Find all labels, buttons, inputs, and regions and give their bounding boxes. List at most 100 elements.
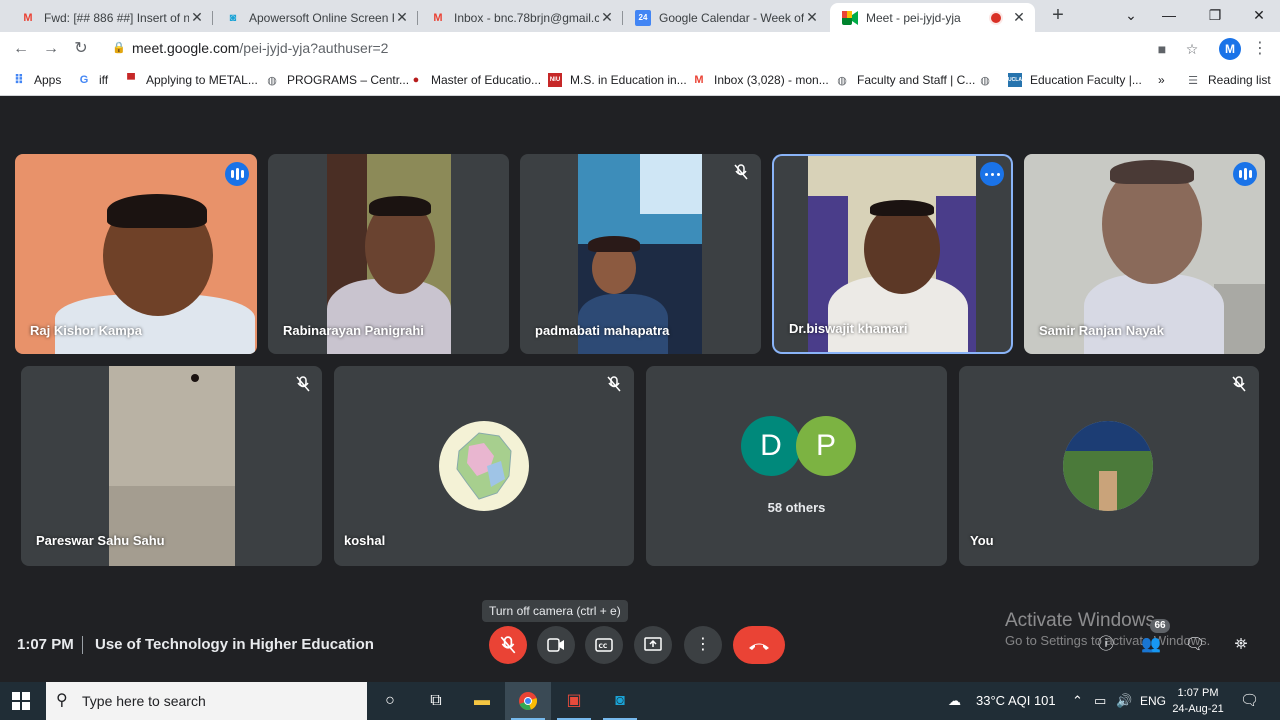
close-tab-icon[interactable]: ✕ xyxy=(1011,9,1027,26)
tab-title: Fwd: [## 886 ##] Insert of new xyxy=(44,10,189,25)
apowersoft-icon: ◙ xyxy=(229,11,237,24)
bookmark-ms-education[interactable]: NIU M.S. in Education in... xyxy=(548,71,687,89)
self-tile[interactable]: You xyxy=(959,366,1259,566)
reading-list-button[interactable]: ☰ Reading list xyxy=(1186,71,1271,89)
file-explorer-icon[interactable]: ▬ xyxy=(459,682,505,720)
bookmark-faculty-staff[interactable]: ◍ Faculty and Staff | C... xyxy=(835,71,975,89)
windows-taskbar: ⚲ Type here to search ○ ⧉ ▬ ▣ ◙ ☁ 33°C A… xyxy=(0,682,1280,720)
people-icon[interactable]: 👥 xyxy=(1140,634,1162,656)
taskbar-search-box[interactable]: ⚲ Type here to search xyxy=(46,682,367,720)
self-avatar-college xyxy=(1063,421,1153,511)
calendar-icon: 24 xyxy=(635,9,651,26)
browser-tab-5[interactable]: Meet - pei-jyjd-yja ✕ xyxy=(830,3,1035,32)
meeting-info-icon[interactable]: ⓘ xyxy=(1095,634,1117,656)
camera-indicator-icon[interactable]: ■ xyxy=(1153,40,1171,58)
tab-title: Inbox - bnc.78brjn@gmail.com xyxy=(454,10,599,25)
minimize-button[interactable]: — xyxy=(1146,0,1192,32)
participant-name: Samir Ranjan Nayak xyxy=(1039,323,1165,338)
bookmark-label: Apps xyxy=(34,73,62,87)
camera-toggle-button[interactable] xyxy=(537,626,575,664)
back-button[interactable]: ← xyxy=(10,38,32,60)
apowersoft-taskbar-icon[interactable]: ◙ xyxy=(597,682,643,720)
captions-button[interactable]: CC xyxy=(585,626,623,664)
battery-icon[interactable]: ▭ xyxy=(1094,682,1106,720)
weather-readout[interactable]: 33°C AQI 101 xyxy=(976,682,1056,720)
bookmark-iff[interactable]: G iff xyxy=(77,71,108,89)
close-tab-icon[interactable]: ✕ xyxy=(804,9,820,26)
tray-expand-icon[interactable]: ⌃ xyxy=(1072,682,1083,720)
bookmark-label: iff xyxy=(99,73,109,87)
browser-menu-icon[interactable]: ⋮ xyxy=(1252,38,1268,60)
volume-icon[interactable]: 🔊 xyxy=(1116,682,1132,720)
close-tab-icon[interactable]: ✕ xyxy=(189,9,205,26)
url-path: /pei-jyjd-yja?authuser=2 xyxy=(239,40,389,56)
participant-tile[interactable]: Pareswar Sahu Sahu xyxy=(21,366,322,566)
participant-avatar-map xyxy=(439,421,529,511)
participant-tile-active-speaker[interactable]: Dr.biswajit khamari xyxy=(774,156,1011,352)
participant-name: koshal xyxy=(344,533,386,548)
bookmark-metal[interactable]: ▀ Applying to METAL... xyxy=(124,71,258,89)
bookmark-master-education[interactable]: ● Master of Educatio... xyxy=(409,71,541,89)
more-options-button[interactable]: ⋮ xyxy=(684,626,722,664)
participant-name: padmabati mahapatra xyxy=(535,323,670,338)
browser-tab-3[interactable]: M Inbox - bnc.78brjn@gmail.com ✕ xyxy=(418,3,623,32)
task-view-icon[interactable]: ⧉ xyxy=(413,682,459,720)
browser-tab-4[interactable]: 24 Google Calendar - Week of Au ✕ xyxy=(623,3,828,32)
cortana-icon[interactable]: ○ xyxy=(367,682,413,720)
globe-icon: ◍ xyxy=(837,74,847,87)
notifications-icon[interactable]: 🗨 xyxy=(1240,682,1259,720)
bookmark-label: Applying to METAL... xyxy=(146,73,258,87)
bookmark-apps[interactable]: ⠿ Apps xyxy=(12,71,61,89)
participant-tile[interactable]: Samir Ranjan Nayak xyxy=(1024,154,1265,354)
more-bookmarks-button[interactable]: » xyxy=(1158,71,1165,89)
tab-title: Meet - pei-jyjd-yja xyxy=(866,10,961,25)
maximize-button[interactable]: ❐ xyxy=(1192,0,1238,32)
participant-tile[interactable]: Raj Kishor Kampa xyxy=(15,154,257,354)
forward-button[interactable]: → xyxy=(40,38,62,60)
bookmark-star-icon[interactable]: ☆ xyxy=(1183,40,1201,58)
windows-start-icon[interactable] xyxy=(12,692,30,710)
bookmark-label: Inbox (3,028) - mon... xyxy=(714,73,829,87)
present-screen-button[interactable] xyxy=(634,626,672,664)
bookmark-globe[interactable]: ◍ xyxy=(978,71,1000,89)
address-bar[interactable]: 🔒 meet.google.com/pei-jyjd-yja?authuser=… xyxy=(106,35,1206,62)
browser-tab-2[interactable]: ◙ Apowersoft Online Screen Re ✕ xyxy=(213,3,418,32)
bookmark-label: Education Faculty |... xyxy=(1030,73,1142,87)
more-options-icon[interactable] xyxy=(980,162,1004,186)
recorder-app-icon[interactable]: ▣ xyxy=(551,682,597,720)
chrome-icon[interactable] xyxy=(505,682,551,720)
search-placeholder: Type here to search xyxy=(82,693,206,709)
reading-list-label: Reading list xyxy=(1208,73,1271,87)
participant-tile[interactable]: padmabati mahapatra xyxy=(520,154,761,354)
others-tile[interactable]: D P 58 others xyxy=(646,366,947,566)
flag-icon: ▀ xyxy=(127,74,135,86)
mic-off-icon xyxy=(293,376,313,396)
new-tab-button[interactable]: + xyxy=(1048,5,1068,26)
language-indicator[interactable]: ENG xyxy=(1140,682,1166,720)
taskbar-clock[interactable]: 1:07 PM 24-Aug-21 xyxy=(1172,685,1224,717)
activities-icon[interactable]: ⛯ xyxy=(1230,634,1252,656)
taskbar-date: 24-Aug-21 xyxy=(1172,703,1224,715)
reload-button[interactable]: ↻ xyxy=(70,38,92,60)
window-close-button[interactable]: ✕ xyxy=(1236,0,1280,32)
mic-off-icon xyxy=(604,376,624,396)
leave-call-button[interactable] xyxy=(733,626,785,664)
chat-icon[interactable]: 🗨 xyxy=(1184,634,1206,656)
gmail-icon: M xyxy=(694,74,704,86)
bookmark-programs[interactable]: ◍ PROGRAMS – Centr... xyxy=(265,71,409,89)
red-seal-icon: ● xyxy=(412,74,420,86)
browser-toolbar: ← → ↻ 🔒 meet.google.com/pei-jyjd-yja?aut… xyxy=(0,32,1280,65)
bookmark-inbox[interactable]: M Inbox (3,028) - mon... xyxy=(692,71,829,89)
windows-activation-title: Activate Windows xyxy=(1005,610,1155,631)
browser-tab-1[interactable]: M Fwd: [## 886 ##] Insert of new ✕ xyxy=(8,3,213,32)
profile-avatar[interactable]: M xyxy=(1219,38,1241,60)
close-tab-icon[interactable]: ✕ xyxy=(394,9,410,26)
mic-toggle-button[interactable] xyxy=(489,626,527,664)
globe-icon: ◍ xyxy=(267,74,277,87)
people-count-badge: 66 xyxy=(1150,619,1170,633)
weather-icon[interactable]: ☁ xyxy=(948,682,961,720)
close-tab-icon[interactable]: ✕ xyxy=(599,9,615,26)
participant-tile[interactable]: Rabinarayan Panigrahi xyxy=(268,154,509,354)
participant-tile[interactable]: koshal xyxy=(334,366,634,566)
bookmark-education-faculty[interactable]: UCLA Education Faculty |... xyxy=(1008,71,1142,89)
